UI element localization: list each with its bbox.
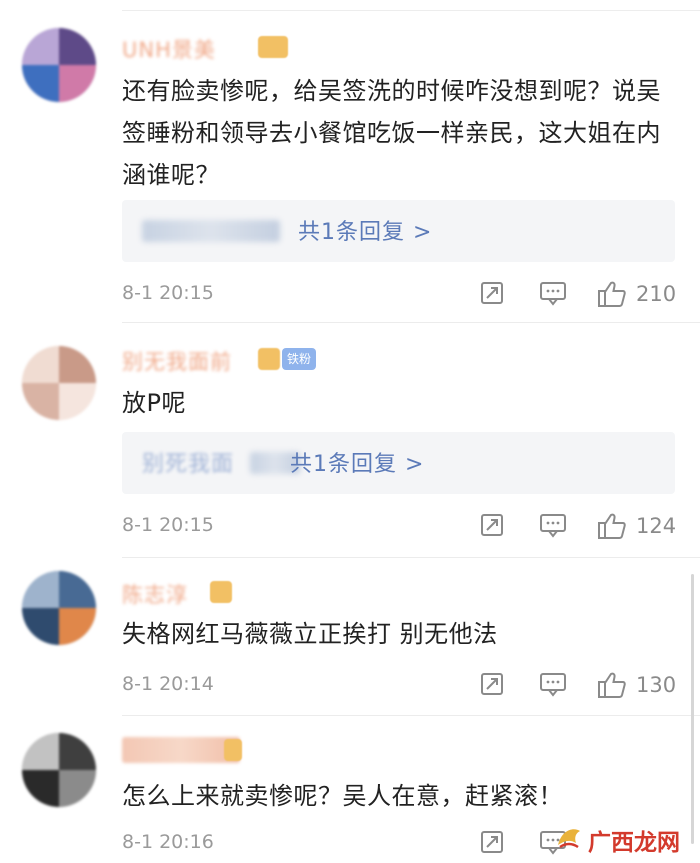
repost-icon[interactable] (479, 512, 505, 542)
username[interactable]: 陈志淳 (122, 579, 188, 607)
avatar[interactable] (22, 571, 96, 645)
vip-badge-icon (224, 739, 242, 761)
username[interactable] (122, 737, 240, 763)
comment-item: UNH景美 还有脸卖惨呢，给吴签洗的时候咋没想到呢？说吴签睡粉和领导去小餐馆吃饭… (0, 0, 700, 320)
comment-meta: 8-1 20:14 130 (122, 671, 678, 701)
reply-preview[interactable]: 别死我面 共1条回复 > (122, 432, 675, 494)
watermark-text: 广西龙网 (588, 830, 680, 856)
comment-meta: 8-1 20:15 210 (122, 280, 678, 310)
comment-text: 放P呢 (122, 389, 186, 417)
thumbs-up-icon[interactable] (597, 280, 627, 312)
thumbs-up-icon[interactable] (597, 671, 627, 703)
username[interactable]: UNH景美 (122, 34, 216, 62)
scrollbar[interactable] (691, 574, 694, 844)
comment-item: 别无我面前 铁粉 放P呢 别死我面 共1条回复 > 8-1 20:15 124 (0, 322, 700, 557)
comment-item: 陈志淳 失格网红马薇薇立正挨打 别无他法 8-1 20:14 130 (0, 557, 700, 715)
thumbs-up-icon[interactable] (597, 512, 627, 544)
comment-text: 怎么上来就卖惨呢？吴人在意，赶紧滚！ (122, 782, 563, 810)
avatar[interactable] (22, 28, 96, 102)
replier-name[interactable]: 别死我面 (142, 446, 234, 478)
repost-icon[interactable] (479, 671, 505, 701)
comment-icon[interactable] (539, 280, 567, 310)
like-count: 124 (636, 514, 677, 538)
watermark: 广西龙网 (554, 821, 686, 856)
fan-badge: 铁粉 (282, 348, 316, 370)
timestamp: 8-1 20:15 (122, 282, 214, 304)
comment-text: 还有脸卖惨呢，给吴签洗的时候咋没想到呢？说吴签睡粉和领导去小餐馆吃饭一样亲民，这… (122, 77, 661, 189)
comment-text: 失格网红马薇薇立正挨打 别无他法 (122, 620, 498, 648)
blurred-replier-name (142, 220, 280, 242)
comment-icon[interactable] (539, 671, 567, 701)
like-count: 130 (636, 673, 677, 697)
timestamp: 8-1 20:15 (122, 514, 214, 536)
reply-preview[interactable]: 共1条回复 > (122, 200, 675, 262)
repost-icon[interactable] (479, 280, 505, 310)
comment-icon[interactable] (539, 512, 567, 542)
view-replies-link[interactable]: 共1条回复 > (290, 446, 424, 478)
repost-icon[interactable] (479, 829, 505, 859)
username[interactable]: 别无我面前 (122, 346, 232, 374)
vip-badge-icon (210, 581, 232, 603)
timestamp: 8-1 20:16 (122, 831, 214, 853)
vip-badge-icon (258, 36, 288, 58)
timestamp: 8-1 20:14 (122, 673, 214, 695)
avatar[interactable] (22, 733, 96, 807)
watermark-logo-icon (554, 823, 584, 853)
vip-badge-icon (258, 348, 280, 370)
avatar[interactable] (22, 346, 96, 420)
like-count: 210 (636, 282, 677, 306)
view-replies-link[interactable]: 共1条回复 > (298, 214, 432, 246)
comment-meta: 8-1 20:15 124 (122, 512, 678, 542)
